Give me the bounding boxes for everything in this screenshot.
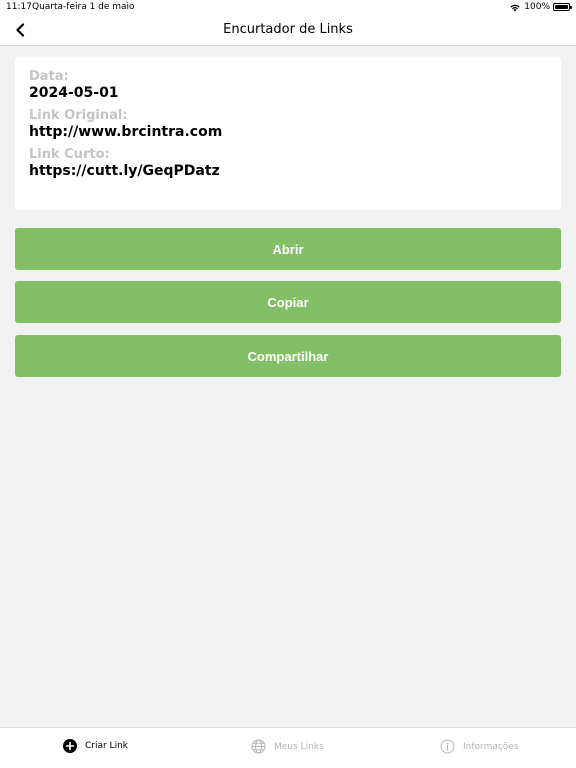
- share-button[interactable]: Compartilhar: [15, 335, 561, 377]
- status-time: 11:17: [6, 2, 32, 12]
- tab-my-links-label: Meus Links: [274, 741, 324, 752]
- battery-icon: [553, 3, 572, 11]
- status-date: Quarta-feira 1 de maio: [32, 2, 135, 12]
- tab-information-label: Informações: [463, 741, 519, 752]
- wifi-icon: [510, 4, 520, 11]
- short-link-label: Link Curto:: [29, 147, 110, 162]
- tab-my-links[interactable]: Meus Links: [251, 739, 324, 754]
- nav-bar: Encurtador de Links: [0, 14, 576, 46]
- info-icon: [440, 739, 455, 754]
- status-indicators: 100%: [509, 2, 572, 12]
- tab-bar: Criar Link Meus Links Informações: [0, 727, 576, 768]
- original-link-field: Link Original: http://www.brcintra.com: [29, 108, 547, 141]
- short-link-value: https://cutt.ly/GeqPDatz: [29, 163, 220, 179]
- date-field: Data: 2024-05-01: [29, 69, 547, 102]
- original-link-label: Link Original:: [29, 108, 128, 123]
- plus-circle-icon: [63, 739, 77, 753]
- link-details-card: Data: 2024-05-01 Link Original: http://w…: [15, 57, 561, 210]
- original-link-value: http://www.brcintra.com: [29, 124, 223, 140]
- tab-information[interactable]: Informações: [440, 739, 519, 754]
- globe-icon: [251, 739, 266, 754]
- date-value: 2024-05-01: [29, 85, 119, 101]
- page-title: Encurtador de Links: [223, 22, 353, 37]
- tab-create-link[interactable]: Criar Link: [63, 739, 128, 753]
- battery-percent: 100%: [524, 2, 550, 12]
- status-bar: 11:17 Quarta-feira 1 de maio 100%: [0, 0, 576, 14]
- tab-create-link-label: Criar Link: [85, 741, 128, 751]
- copy-button[interactable]: Copiar: [15, 281, 561, 323]
- short-link-field: Link Curto: https://cutt.ly/GeqPDatz: [29, 147, 547, 180]
- date-label: Data:: [29, 69, 69, 84]
- open-button[interactable]: Abrir: [15, 228, 561, 270]
